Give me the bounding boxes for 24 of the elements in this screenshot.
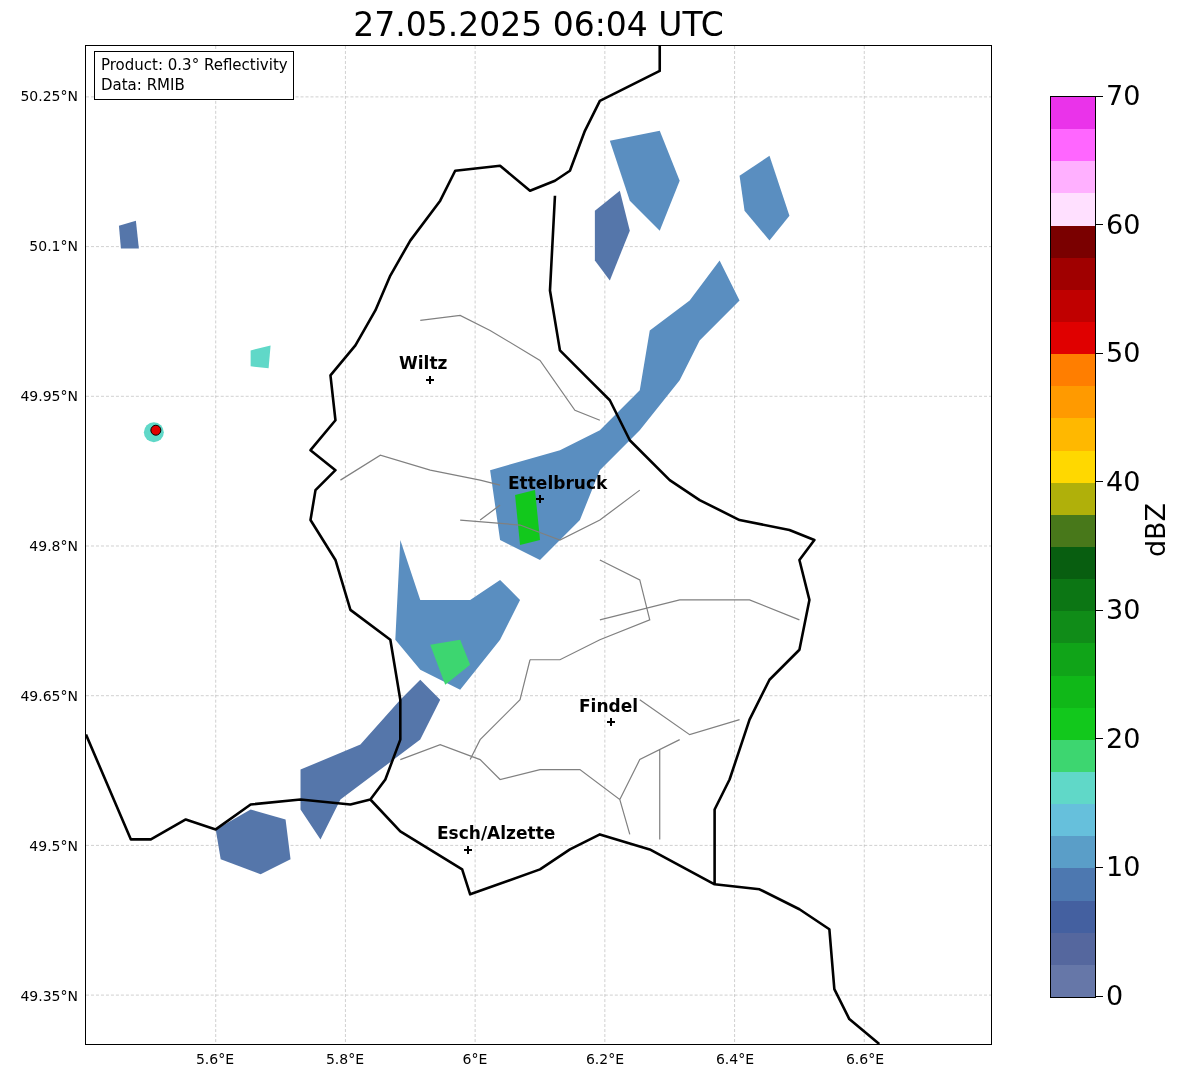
legend-text: Product: 0.3° Reflectivity	[101, 55, 288, 75]
axis-tick-label: 6.6°E	[845, 1051, 885, 1067]
city-marker-icon	[607, 718, 615, 726]
axis-tick-label: 5.8°E	[325, 1051, 365, 1067]
city-label: Wiltz	[399, 353, 448, 373]
axis-tick-label: 49.95°N	[20, 387, 78, 405]
axis-tick-label: 50.25°N	[20, 87, 78, 105]
axis-tick-label: 6.2°E	[585, 1051, 625, 1067]
colorbar-label: dBZ	[1139, 502, 1171, 558]
city-label: Esch/Alzette	[437, 823, 556, 843]
axis-tick-label: 5.6°E	[195, 1051, 235, 1067]
axis-tick-label: 49.8°N	[29, 537, 78, 555]
legend-text: Data: RMIB	[101, 75, 186, 95]
axis-tick-label: 49.5°N	[29, 837, 78, 855]
axis-tick-label: 49.35°N	[20, 987, 78, 1005]
axis-tick-label: 6°E	[462, 1051, 488, 1067]
city-marker-icon	[426, 376, 434, 384]
city-marker-icon	[536, 495, 544, 503]
axis-tick-label: 50.1°N	[29, 237, 78, 255]
chart-title: 27.05.2025 06:04 UTC	[352, 4, 725, 45]
axis-tick-label: 6.4°E	[715, 1051, 755, 1067]
axis-tick-label: 49.65°N	[20, 687, 78, 705]
city-label: Findel	[579, 696, 639, 716]
city-marker-icon	[464, 846, 472, 854]
